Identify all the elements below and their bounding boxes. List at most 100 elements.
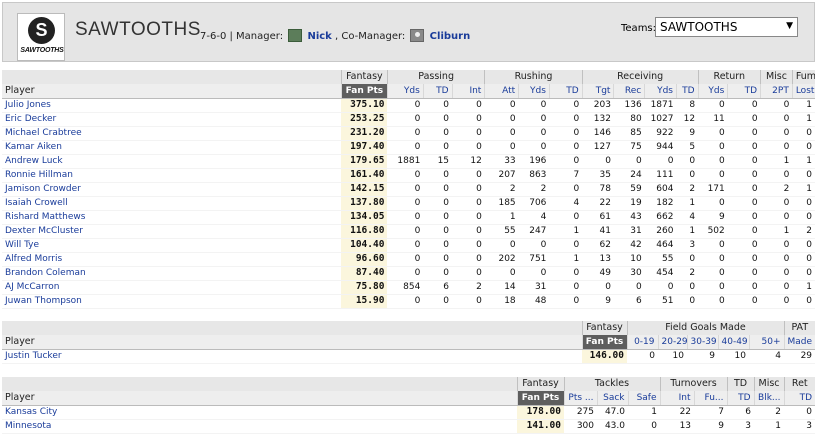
player-name-link[interactable]: Brandon Coleman [2,266,342,281]
stat-cell: 2 [676,266,699,281]
stat-cell: 31 [518,280,550,295]
stat-cell: 0 [727,182,761,197]
fantasy-points-cell: 96.60 [341,252,388,267]
stat-cell: 0 [549,154,583,169]
stat-cell: 35 [582,168,614,183]
column-header-yds[interactable]: Yds [644,84,677,99]
column-header-pts[interactable]: Pts ... [563,391,597,406]
column-header-td[interactable]: TD [548,84,583,99]
stat-cell: 0 [387,140,424,155]
stat-cell: 0 [484,112,519,127]
stat-cell: 2 [760,182,793,197]
column-header-td[interactable]: TD [675,84,699,99]
column-header-fan-pts[interactable]: Fan Pts [581,335,627,350]
stat-cell: 49 [582,266,614,281]
column-header-att[interactable]: Att [484,84,519,99]
column-header-fan-pts[interactable]: Fan Pts [516,391,564,406]
stat-cell: 43 [613,210,645,225]
group-header-misc: Misc [753,377,785,391]
column-header-sack[interactable]: Sack [596,391,628,406]
player-name-link[interactable]: Dexter McCluster [2,224,342,239]
dropdown-arrow-icon[interactable]: ▼ [786,21,793,31]
column-header-lost[interactable]: Lost [791,84,815,99]
table-row: Andrew Luck 179.65 1881 15 12 33 196 0 0 0 0 0 0 0 1 1 [2,154,815,169]
player-name-link[interactable]: Andrew Luck [2,154,342,169]
manager-link[interactable]: Nick [307,31,331,42]
player-name-link[interactable]: Minnesota [2,419,517,434]
group-header-turnovers: Turnovers [659,377,728,391]
player-name-link[interactable]: Julio Jones [2,98,342,113]
column-header-50[interactable]: 50+ [748,335,785,350]
stat-cell: 0 [792,210,815,225]
column-header-2pt[interactable]: 2PT [760,84,793,99]
player-name-link[interactable]: Justin Tucker [2,349,582,364]
player-name-link[interactable]: AJ McCarron [2,280,342,295]
player-name-link[interactable]: Juwan Thompson [2,294,342,309]
player-name-link[interactable]: Kamar Aiken [2,140,342,155]
column-header-yds[interactable]: Yds [518,84,550,99]
stat-cell: 4 [676,210,699,225]
column-header-td[interactable]: TD [783,391,816,406]
stat-cell: 41 [582,224,614,239]
stat-cell: 0 [698,154,728,169]
stat-cell: 0 [727,140,761,155]
column-header-td[interactable]: TD [422,84,453,99]
column-header-30-39[interactable]: 30-39 [686,335,718,350]
stat-cell: 0 [792,252,815,267]
player-name-link[interactable]: Eric Decker [2,112,342,127]
comanager-link[interactable]: Cliburn [430,31,471,42]
stat-cell: 196 [518,154,550,169]
player-name-link[interactable]: Ronnie Hillman [2,168,342,183]
stat-cell: 55 [644,252,677,267]
column-header-0-19[interactable]: 0-19 [626,335,658,350]
stat-cell: 203 [582,98,614,113]
player-name-link[interactable]: Alfred Morris [2,252,342,267]
column-header-fan-pts[interactable]: Fan Pts [340,84,388,99]
column-header-20-29[interactable]: 20-29 [657,335,687,350]
column-header-int[interactable]: Int [659,391,695,406]
stat-cell: 0 [423,126,453,141]
player-name-link[interactable]: Rishard Matthews [2,210,342,225]
stat-cell: 0 [452,252,485,267]
team-logo: S SAWTOOTHS [17,13,65,61]
stat-cell: 2 [484,182,519,197]
stat-cell: 24 [613,168,645,183]
fantasy-points-cell: 231.20 [341,126,388,141]
player-name-link[interactable]: Michael Crabtree [2,126,342,141]
player-name-link[interactable]: Jamison Crowder [2,182,342,197]
player-name-link[interactable]: Isaiah Crowell [2,196,342,211]
column-header-fu[interactable]: Fu... [693,391,728,406]
column-header-40-49[interactable]: 40-49 [717,335,749,350]
column-header-blk[interactable]: Blk... [753,391,785,406]
column-header-int[interactable]: Int [451,84,485,99]
kicker-stats-table: Fantasy Field Goals Made PAT Player Fan Pts… [2,321,816,364]
stat-cell: 0 [760,210,793,225]
player-name-link[interactable]: Will Tye [2,238,342,253]
player-name-link[interactable]: Kansas City [2,405,517,420]
column-header-td[interactable]: TD [726,391,755,406]
column-header-tgt[interactable]: Tgt [581,84,614,99]
stat-cell: 48 [518,294,550,309]
column-header-yds[interactable]: Yds [386,84,424,99]
column-header-player: Player [2,335,582,350]
column-header-safe[interactable]: Safe [627,391,661,406]
table-row: Ronnie Hillman 161.40 0 0 0 207 863 7 35 24 111 0 0 0… [2,168,815,183]
teams-select[interactable]: SAWTOOTHS ▼ [655,17,798,37]
stat-cell: 0 [676,280,699,295]
stat-cell: 0 [549,210,583,225]
stat-cell: 1 [676,196,699,211]
column-header-td[interactable]: TD [727,84,761,99]
column-header-yds[interactable]: Yds [697,84,728,99]
stat-cell: 0 [727,154,761,169]
table-row: Isaiah Crowell 137.80 0 0 0 185 706 4 22 19 182 1 0 0… [2,196,815,211]
stat-cell: 0 [423,196,453,211]
column-header-rec[interactable]: Rec [613,84,645,99]
stat-cell: 0 [760,280,793,295]
column-header-made[interactable]: Made [783,335,816,350]
stat-cell: 4 [749,349,785,364]
kicker-column-header: Player Fan Pts 0-19 20-29 30-39 40-49 50+ Made [2,335,816,350]
stat-cell: 0 [727,112,761,127]
stat-cell: 4 [518,210,550,225]
stat-cell: 502 [698,224,728,239]
stat-cell: 0 [698,238,728,253]
